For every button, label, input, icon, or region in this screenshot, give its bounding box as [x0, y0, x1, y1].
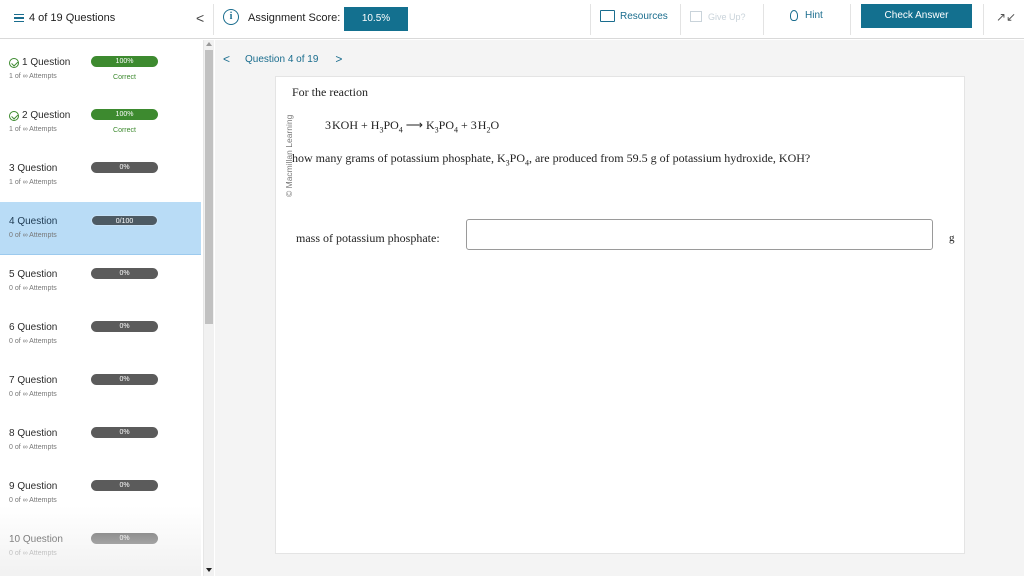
question-score-badge: 0% [91, 374, 158, 385]
question-status: Correct [113, 74, 136, 81]
question-score-badge: 0% [91, 480, 158, 491]
answer-unit: g [949, 232, 955, 244]
top-bar: 4 of 19 Questions < i Assignment Score: … [0, 0, 1024, 39]
question-score-badge: 0% [91, 427, 158, 438]
check-answer-button[interactable]: Check Answer [861, 4, 972, 28]
question-title-text: 2 Question [22, 110, 71, 121]
question-title: 2 Question [9, 110, 70, 121]
scroll-up-arrow-icon[interactable] [206, 42, 212, 46]
sidebar-question-item[interactable]: 4 Question 0 of ∞ Attempts 0/100 [0, 202, 201, 255]
chemical-equation: 3 KOH + H3PO4 ⟶ K3PO4 + 3 H2O [325, 118, 500, 135]
question-attempts: 0 of ∞ Attempts [9, 232, 57, 239]
question-score-badge: 0% [91, 162, 158, 173]
give-up-button[interactable]: Give Up? [690, 11, 746, 22]
question-attempts: 0 of ∞ Attempts [9, 550, 57, 557]
next-question-button[interactable]: > [335, 52, 342, 66]
list-icon [14, 13, 24, 23]
assignment-score-label: Assignment Score: [248, 12, 341, 24]
question-title: 8 Question [9, 428, 57, 439]
hint-label: Hint [805, 10, 823, 21]
sidebar-question-item[interactable]: 2 Question 1 of ∞ Attempts 100% Correct [0, 96, 201, 149]
copyright-notice: © Macmillan Learning [274, 87, 294, 197]
scroll-thumb[interactable] [205, 50, 213, 324]
question-score-badge: 100% [91, 109, 158, 120]
question-score-badge: 0% [91, 268, 158, 279]
question-nav-label: Question 4 of 19 [245, 53, 319, 65]
question-attempts: 0 of ∞ Attempts [9, 497, 57, 504]
mass-answer-input[interactable] [466, 219, 933, 250]
resources-label: Resources [620, 10, 668, 22]
collapse-sidebar-button[interactable]: < [196, 10, 204, 26]
question-score-badge: 0% [91, 321, 158, 332]
give-up-label: Give Up? [708, 11, 746, 22]
question-title: 3 Question [9, 163, 57, 174]
question-attempts: 0 of ∞ Attempts [9, 391, 57, 398]
question-attempts: 0 of ∞ Attempts [9, 285, 57, 292]
question-title: 10 Question [9, 534, 63, 545]
question-title: 4 Question [9, 216, 57, 227]
sidebar-question-item[interactable]: 7 Question 0 of ∞ Attempts 0% [0, 361, 201, 414]
question-title: 7 Question [9, 375, 57, 386]
sidebar-question-item[interactable]: 5 Question 0 of ∞ Attempts 0% [0, 255, 201, 308]
question-count: 4 of 19 Questions [29, 12, 116, 24]
question-title-text: 6 Question [9, 322, 58, 333]
flag-icon [690, 11, 702, 22]
question-status: Correct [113, 127, 136, 134]
question-title: 1 Question [9, 57, 70, 68]
question-sidebar: 1 Question 1 of ∞ Attempts 100% Correct 2 Qu… [0, 40, 203, 576]
question-prompt: For the reaction [292, 85, 368, 99]
info-icon[interactable]: i [223, 9, 239, 25]
question-title: 6 Question [9, 322, 57, 333]
question-title-text: 4 Question [9, 216, 58, 227]
collapse-arrows-icon[interactable]: ↗↙ [996, 10, 1016, 24]
answer-label: mass of potassium phosphate: [296, 231, 440, 245]
main-content: < Question 4 of 19 > © Macmillan Learnin… [215, 40, 1024, 576]
assignment-score-value: 10.5% [344, 7, 408, 31]
question-title-text: 1 Question [22, 57, 71, 68]
question-attempts: 0 of ∞ Attempts [9, 338, 57, 345]
question-score-badge: 0/100 [91, 215, 158, 226]
lightbulb-icon [790, 10, 798, 21]
question-title-text: 10 Question [9, 534, 63, 545]
question-attempts: 0 of ∞ Attempts [9, 444, 57, 451]
sidebar-question-item[interactable]: 1 Question 1 of ∞ Attempts 100% Correct [0, 43, 201, 96]
sidebar-question-item[interactable]: 10 Question 0 of ∞ Attempts 0% [0, 520, 201, 573]
scroll-down-arrow-icon[interactable] [206, 568, 212, 572]
folder-icon [600, 10, 615, 22]
divider [763, 4, 764, 35]
question-attempts: 1 of ∞ Attempts [9, 179, 57, 186]
sidebar-question-item[interactable]: 8 Question 0 of ∞ Attempts 0% [0, 414, 201, 467]
check-circle-icon [9, 110, 19, 121]
divider [590, 4, 591, 35]
question-title: 5 Question [9, 269, 57, 280]
divider [850, 4, 851, 35]
question-title-text: 5 Question [9, 269, 58, 280]
prev-question-button[interactable]: < [223, 52, 230, 66]
divider [680, 4, 681, 35]
question-title: 9 Question [9, 481, 57, 492]
question-title-text: 7 Question [9, 375, 58, 386]
question-score-badge: 100% [91, 56, 158, 67]
question-attempts: 1 of ∞ Attempts [9, 126, 57, 133]
sidebar-scrollbar[interactable] [203, 40, 214, 576]
question-card: © Macmillan Learning For the reaction 3 … [275, 76, 965, 554]
sidebar-question-item[interactable]: 6 Question 0 of ∞ Attempts 0% [0, 308, 201, 361]
check-circle-icon [9, 57, 19, 68]
resources-button[interactable]: Resources [600, 10, 668, 22]
question-navigation: < Question 4 of 19 > [223, 52, 342, 66]
hint-button[interactable]: Hint [790, 10, 823, 21]
question-list-toggle[interactable]: 4 of 19 Questions [14, 12, 115, 24]
question-text: how many grams of potassium phosphate, K… [292, 151, 811, 168]
sidebar-question-item[interactable]: 3 Question 1 of ∞ Attempts 0% [0, 149, 201, 202]
question-score-badge: 0% [91, 533, 158, 544]
divider [213, 4, 214, 35]
question-title-text: 3 Question [9, 163, 58, 174]
question-attempts: 1 of ∞ Attempts [9, 73, 57, 80]
divider [983, 4, 984, 35]
question-title-text: 8 Question [9, 428, 58, 439]
question-title-text: 9 Question [9, 481, 58, 492]
sidebar-question-item[interactable]: 9 Question 0 of ∞ Attempts 0% [0, 467, 201, 520]
